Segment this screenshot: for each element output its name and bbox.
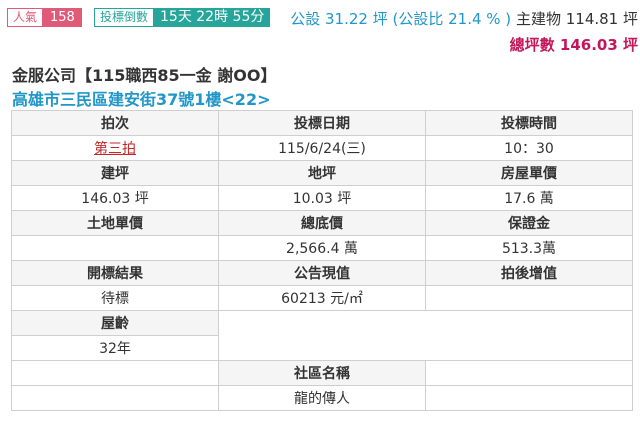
land-unit-price-value [11,235,219,261]
community-value: 龍的傳人 [218,385,426,411]
deposit-value: 513.3萬 [425,235,633,261]
bid-date-header: 投標日期 [218,110,426,136]
auction-info-table: 拍次 投標日期 投標時間 第三拍 115/6/24(三) 10：30 建坪 地坪… [11,110,633,411]
announced-value-header: 公告現值 [218,260,426,286]
case-address: 高雄市三民區建安街37號1樓<22> [12,90,271,109]
popularity-label: 人氣 [7,8,44,27]
result-header: 開標結果 [11,260,219,286]
auction-round-link[interactable]: 第三拍 [94,141,136,157]
case-title: 金服公司【115職西85一金 謝OO】 [12,66,277,85]
auction-round-header: 拍次 [11,110,219,136]
empty-cell [218,310,633,361]
countdown-badge: 投標倒數 15天 22時 55分 [94,8,271,27]
land-area-value: 10.03 坪 [218,185,426,211]
deposit-header: 保證金 [425,210,633,236]
community-header: 社區名稱 [218,360,426,386]
value-added-value [425,285,633,311]
value-added-header: 拍後增值 [425,260,633,286]
land-area-header: 地坪 [218,160,426,186]
empty-left-cell-2 [11,385,219,411]
empty-left-cell [11,360,219,386]
unit-price-header: 房屋單價 [425,160,633,186]
building-area-value: 146.03 坪 [11,185,219,211]
base-price-value: 2,566.4 萬 [218,235,426,261]
empty-right-cell-2 [425,385,633,411]
announced-value-value: 60213 元/㎡ [218,285,426,311]
total-area: 總坪數 146.03 坪 [509,36,638,54]
bid-time-header: 投標時間 [425,110,633,136]
main-building-value: 114.81 坪 [565,10,638,28]
top-bar: 人氣 158 投標倒數 15天 22時 55分 公設 31.22 坪 (公設比 … [0,0,640,34]
bid-date-value: 115/6/24(三) [218,135,426,161]
public-area: 公設 31.22 坪 (公設比 21.4 % ) [290,10,512,28]
countdown-time: 15天 22時 55分 [154,8,271,27]
countdown-label: 投標倒數 [94,8,155,27]
empty-right-cell [425,360,633,386]
area-summary: 公設 31.22 坪 (公設比 21.4 % ) 主建物 114.81 坪 [290,8,638,29]
unit-price-value: 17.6 萬 [425,185,633,211]
bid-time-value: 10：30 [425,135,633,161]
popularity-count: 158 [43,8,82,27]
age-header: 屋齡 [11,310,219,336]
main-building-label: 主建物 [515,10,561,28]
auction-round-cell: 第三拍 [11,135,219,161]
age-value: 32年 [11,335,219,361]
land-unit-price-header: 土地單價 [11,210,219,236]
result-value: 待標 [11,285,219,311]
base-price-header: 總底價 [218,210,426,236]
popularity-badge: 人氣 158 [7,8,82,27]
building-area-header: 建坪 [11,160,219,186]
